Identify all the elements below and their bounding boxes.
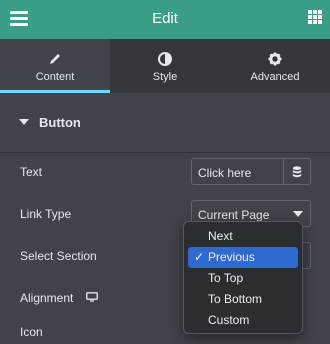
section-title: Button — [39, 115, 81, 130]
option-label: To Bottom — [208, 292, 263, 306]
caret-down-icon — [19, 119, 29, 125]
dynamic-tags-button[interactable] — [283, 159, 310, 184]
chevron-down-icon — [293, 211, 303, 217]
desktop-icon[interactable] — [86, 292, 98, 302]
gear-icon — [268, 52, 282, 66]
section-header-button[interactable]: Button — [0, 93, 330, 153]
panel-tabs: Content Style Advanced — [0, 39, 330, 93]
alignment-label: Alignment — [20, 291, 74, 305]
text-input[interactable]: Click here — [191, 158, 311, 185]
dropdown-option-previous[interactable]: ✓ Previous — [188, 247, 298, 268]
tab-advanced-label: Advanced — [250, 71, 300, 83]
link-type-label: Link Type — [20, 207, 72, 221]
tab-advanced[interactable]: Advanced — [220, 39, 330, 93]
option-label: Next — [208, 229, 233, 243]
dropdown-option-to-top[interactable]: To Top — [188, 268, 298, 289]
tab-style[interactable]: Style — [110, 39, 220, 93]
text-input-value: Click here — [198, 166, 252, 180]
select-section-label: Select Section — [20, 249, 97, 263]
tab-content[interactable]: Content — [0, 39, 110, 93]
option-label: Custom — [208, 313, 250, 327]
tab-style-label: Style — [152, 71, 178, 83]
select-section-dropdown: Next ✓ Previous To Top To Bottom Custom — [183, 221, 303, 334]
editor-header: Edit — [0, 0, 330, 39]
checkmark-icon: ✓ — [194, 250, 205, 264]
pencil-icon — [50, 54, 60, 64]
option-label: To Top — [208, 271, 244, 285]
panel-title: Edit — [152, 10, 178, 27]
dropdown-option-next[interactable]: Next — [188, 226, 298, 247]
tab-content-label: Content — [35, 71, 75, 83]
dropdown-option-to-bottom[interactable]: To Bottom — [188, 289, 298, 310]
contrast-icon — [158, 52, 172, 66]
apps-grid-icon[interactable] — [308, 10, 322, 24]
text-field-label: Text — [20, 165, 43, 179]
option-label: Previous — [208, 250, 255, 264]
link-type-value: Current Page — [198, 208, 270, 222]
dropdown-option-custom[interactable]: Custom — [188, 310, 298, 331]
icon-label: Icon — [20, 325, 43, 339]
database-icon — [292, 165, 302, 177]
